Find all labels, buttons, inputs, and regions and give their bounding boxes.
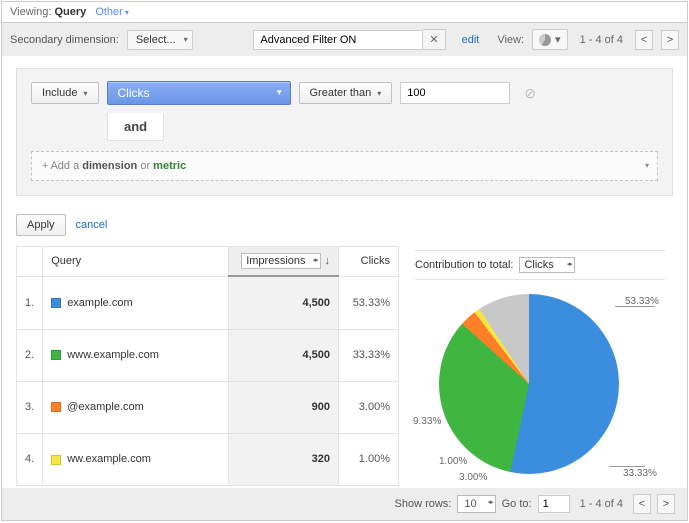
row-query: example.com (43, 276, 229, 329)
row-impressions: 320 (229, 433, 339, 485)
controls-row: Secondary dimension: Select... ✕ edit Vi… (2, 23, 687, 56)
advanced-filter-box: ✕ (253, 29, 445, 50)
table-row[interactable]: 2.www.example.com4,50033.33% (17, 329, 399, 381)
operator-dropdown[interactable]: Greater than (299, 82, 393, 104)
and-label: and (107, 113, 164, 141)
row-index: 3. (17, 381, 43, 433)
col-clicks[interactable]: Clicks (339, 247, 399, 277)
series-swatch (51, 298, 61, 308)
show-rows-select[interactable]: 10 (457, 495, 495, 513)
row-query: @example.com (43, 381, 229, 433)
col-impressions[interactable]: Impressions ↓ (229, 247, 339, 277)
row-clicks-pct: 53.33% (339, 276, 399, 329)
series-swatch (51, 350, 61, 360)
secondary-dimension-select[interactable]: Select... (127, 30, 193, 50)
pie-label-3: 3.00% (459, 472, 487, 483)
viewing-tab-other[interactable]: Other (95, 6, 129, 18)
row-impressions: 4,500 (229, 329, 339, 381)
and-connector: and (17, 113, 672, 141)
goto-label: Go to: (502, 498, 532, 510)
col-index (17, 247, 43, 277)
metric-dropdown[interactable]: Clicks (107, 81, 291, 105)
row-index: 4. (17, 433, 43, 485)
table-row[interactable]: 4.ww.example.com3201.00% (17, 433, 399, 485)
data-area: Query Impressions↓ Clicks 1.example.com4… (16, 246, 673, 486)
remove-condition-button[interactable]: ⊘ (524, 85, 536, 102)
row-impressions: 900 (229, 381, 339, 433)
next-page-bottom[interactable]: > (657, 494, 675, 514)
impressions-stepper[interactable]: Impressions (241, 253, 320, 269)
row-clicks-pct: 33.33% (339, 329, 399, 381)
secondary-dimension-label: Secondary dimension: (10, 34, 119, 46)
report-panel: Viewing: Query Other Secondary dimension… (1, 1, 688, 521)
pie-label-2: 33.33% (623, 468, 657, 479)
pager-top-text: 1 - 4 of 4 (580, 34, 623, 46)
filter-builder: Include Clicks Greater than ⊘ and +Add a… (16, 68, 673, 196)
include-dropdown[interactable]: Include (31, 82, 99, 104)
sort-desc-icon: ↓ (325, 255, 331, 267)
contribution-metric-select[interactable]: Clicks (519, 257, 574, 273)
clear-filter-button[interactable]: ✕ (423, 29, 445, 50)
pager-bottom-text: 1 - 4 of 4 (580, 498, 623, 510)
prev-page-top[interactable]: < (635, 30, 653, 50)
footer-row: Show rows: 10 Go to: 1 - 4 of 4 < > (2, 488, 687, 520)
pie-label-5: 9.33% (413, 416, 441, 427)
pie-graphic (439, 294, 619, 474)
condition-value-input[interactable] (400, 82, 510, 104)
table-row[interactable]: 1.example.com4,50053.33% (17, 276, 399, 329)
row-clicks-pct: 1.00% (339, 433, 399, 485)
series-swatch (51, 455, 61, 465)
chart-column: Contribution to total: Clicks 53.33% 33.… (399, 246, 673, 486)
pie-label-1: 53.33% (625, 296, 659, 307)
pie-icon (539, 34, 551, 46)
row-query: ww.example.com (43, 433, 229, 485)
add-condition-button[interactable]: +Add a dimension or metric (31, 151, 658, 181)
row-index: 2. (17, 329, 43, 381)
edit-filter-link[interactable]: edit (462, 34, 480, 46)
view-label: View: (497, 34, 524, 46)
apply-button[interactable]: Apply (16, 214, 66, 236)
table-row[interactable]: 3.@example.com9003.00% (17, 381, 399, 433)
row-clicks-pct: 3.00% (339, 381, 399, 433)
row-impressions: 4,500 (229, 276, 339, 329)
col-query[interactable]: Query (43, 247, 229, 277)
viewing-label: Viewing: (10, 6, 51, 18)
next-page-top[interactable]: > (661, 30, 679, 50)
viewing-tab-query[interactable]: Query (54, 6, 86, 18)
filter-condition-row: Include Clicks Greater than ⊘ (17, 69, 672, 113)
pie-label-4: 1.00% (439, 456, 467, 467)
advanced-filter-input[interactable] (253, 30, 423, 50)
view-mode-pie[interactable]: ▾ (532, 29, 568, 50)
goto-input[interactable] (538, 495, 570, 513)
contribution-label: Contribution to total: (415, 259, 513, 271)
prev-page-bottom[interactable]: < (633, 494, 651, 514)
plus-icon: + (42, 160, 48, 172)
series-swatch (51, 402, 61, 412)
row-index: 1. (17, 276, 43, 329)
chart-header: Contribution to total: Clicks (415, 250, 665, 280)
data-table: Query Impressions↓ Clicks 1.example.com4… (16, 246, 399, 486)
apply-row: Apply cancel (16, 214, 673, 236)
viewing-bar: Viewing: Query Other (2, 2, 687, 23)
cancel-link[interactable]: cancel (76, 219, 108, 231)
pie-chart: 53.33% 33.33% 3.00% 1.00% 9.33% (415, 286, 665, 486)
row-query: www.example.com (43, 329, 229, 381)
show-rows-label: Show rows: (395, 498, 452, 510)
